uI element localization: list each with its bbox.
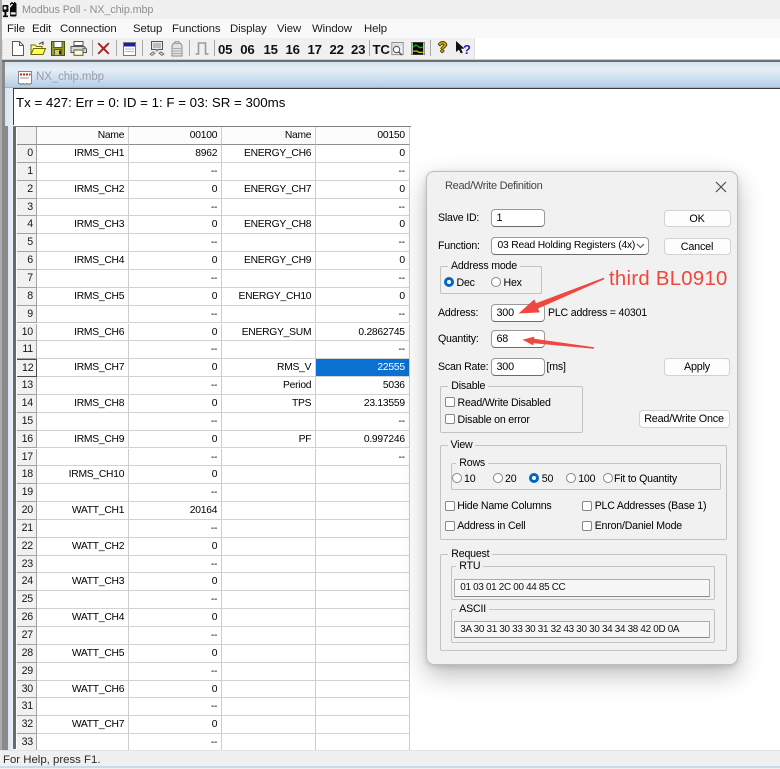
svg-text:?: ? <box>463 42 471 57</box>
